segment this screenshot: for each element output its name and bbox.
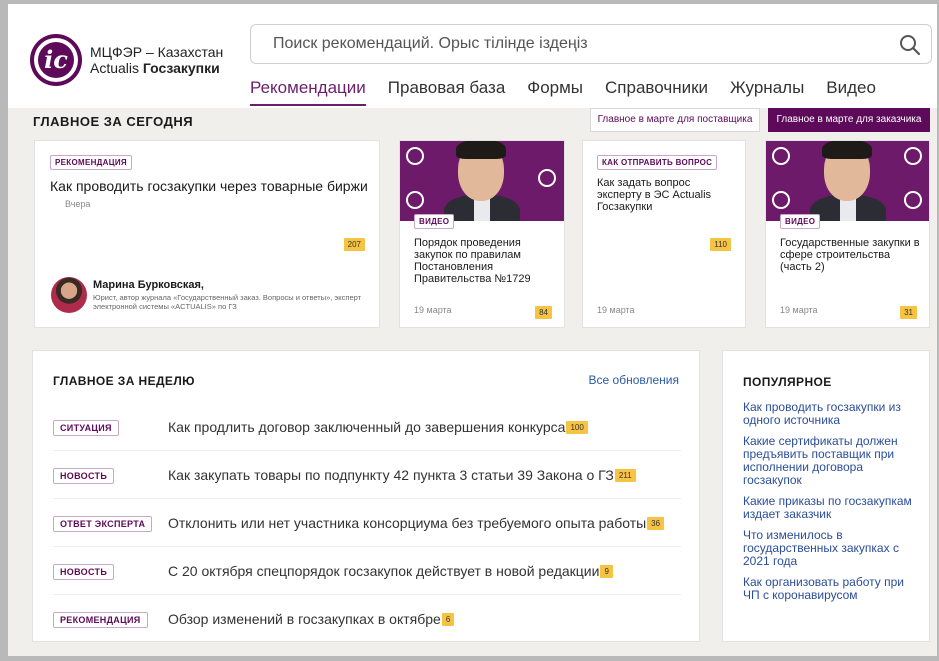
card-date: Вчера [65,199,91,209]
search-box[interactable] [250,24,932,64]
card-tag: РЕКОМЕНДАЦИЯ [50,155,132,170]
item-tag: СИТУАЦИЯ [53,419,119,436]
popular-link[interactable]: Что изменилось в государственных закупка… [743,529,913,568]
week-section: ГЛАВНОЕ ЗА НЕДЕЛЮ Все обновления СИТУАЦИ… [32,350,700,642]
search-input[interactable] [273,33,873,55]
logo-icon [904,147,922,165]
video-card[interactable]: ВИДЕО Государственные закупки в сфере ст… [765,140,930,328]
popular-link[interactable]: Как проводить госзакупки из одного источ… [743,401,913,427]
card-date: 19 марта [780,305,818,315]
nav-forms[interactable]: Формы [527,78,583,106]
view-count-badge: 207 [343,238,365,251]
nav-references[interactable]: Справочники [605,78,708,106]
question-card[interactable]: КАК ОТПРАВИТЬ ВОПРОС Как задать вопрос э… [582,140,746,328]
view-count-badge: 211 [614,468,636,482]
logo-icon [538,169,556,187]
card-tag: КАК ОТПРАВИТЬ ВОПРОС [597,155,718,170]
video-thumbnail[interactable] [766,141,929,221]
view-count-badge: 9 [600,564,613,578]
presenter-photo [444,141,520,221]
list-item[interactable]: НОВОСТЬ Как закупать товары по подпункту… [53,451,681,499]
card-title[interactable]: Как проводить госзакупки через товарные … [50,178,370,194]
item-title[interactable]: Как продлить договор заключенный до заве… [168,419,588,435]
all-updates-link[interactable]: Все обновления [589,373,679,387]
page-frame: ic МЦФЭР – Казахстан Actualis Госзакупки… [8,4,937,656]
video-card[interactable]: ВИДЕО Порядок проведения закупок по прав… [399,140,565,328]
view-count-badge: 100 [566,420,588,434]
item-tag: ОТВЕТ ЭКСПЕРТА [53,515,153,532]
view-count-badge: 31 [900,306,917,319]
today-section-title: ГЛАВНОЕ ЗА СЕГОДНЯ [33,114,194,129]
nav-legal-base[interactable]: Правовая база [388,78,506,106]
list-item[interactable]: РЕКОМЕНДАЦИЯ Обзор изменений в госзакупк… [53,595,681,643]
week-list: СИТУАЦИЯ Как продлить договор заключенны… [53,403,681,643]
brand-name: МЦФЭР – Казахстан [90,44,224,60]
item-tag: НОВОСТЬ [53,467,115,484]
logo-icon [772,191,790,209]
week-section-title: ГЛАВНОЕ ЗА НЕДЕЛЮ [53,374,195,388]
popular-section-title: ПОПУЛЯРНОЕ [743,375,832,389]
card-tag: ВИДЕО [414,214,455,229]
list-item[interactable]: СИТУАЦИЯ Как продлить договор заключенны… [53,403,681,451]
item-tag: НОВОСТЬ [53,563,115,580]
logo-icon [772,147,790,165]
author-description: Юрист, автор журнала «Государственный за… [93,293,362,311]
logo-icon: ic [30,34,82,86]
item-title[interactable]: Как закупать товары по подпункту 42 пунк… [168,467,636,483]
popular-link[interactable]: Как организовать работу при ЧП с коронав… [743,576,913,602]
card-date: 19 марта [414,305,452,315]
search-icon[interactable] [899,34,921,56]
item-tag: РЕКОМЕНДАЦИЯ [53,612,148,628]
view-count-badge: 6 [441,613,455,626]
card-tag: ВИДЕО [780,214,821,229]
nav-recommendations[interactable]: Рекомендации [250,78,366,106]
logo-icon [904,191,922,209]
item-title[interactable]: Отклонить или нет участника консорциума … [168,515,665,531]
nav-journals[interactable]: Журналы [730,78,804,106]
brand-product: Actualis Госзакупки [90,60,220,76]
item-title[interactable]: Обзор изменений в госзакупках в октябре 6 [168,611,455,627]
popular-section: ПОПУЛЯРНОЕ Как проводить госзакупки из о… [722,350,930,642]
author-avatar [51,277,87,313]
tab-supplier[interactable]: Главное в марте для поставщика [590,108,760,132]
view-count-badge: 36 [647,516,665,530]
tab-customer[interactable]: Главное в марте для заказчика [768,108,930,132]
popular-list: Как проводить госзакупки из одного источ… [743,401,913,610]
list-item[interactable]: ОТВЕТ ЭКСПЕРТА Отклонить или нет участни… [53,499,681,547]
view-count-badge: 110 [710,238,731,251]
video-thumbnail[interactable] [400,141,564,221]
logo-icon [406,191,424,209]
card-title[interactable]: Как задать вопрос эксперту в ЭС Actualis… [597,177,727,213]
list-item[interactable]: НОВОСТЬ С 20 октября спецпорядок госзаку… [53,547,681,595]
header: ic МЦФЭР – Казахстан Actualis Госзакупки… [8,4,937,108]
brand-logo[interactable]: ic МЦФЭР – Казахстан Actualis Госзакупки [30,34,223,86]
item-title[interactable]: С 20 октября спецпорядок госзакупок дейс… [168,563,613,579]
nav-video[interactable]: Видео [826,78,876,106]
popular-link[interactable]: Какие сертификаты должен предъявить пост… [743,435,913,487]
main-nav: Рекомендации Правовая база Формы Справоч… [250,78,898,106]
card-title[interactable]: Государственные закупки в сфере строител… [780,237,920,273]
logo-icon [406,147,424,165]
featured-card[interactable]: РЕКОМЕНДАЦИЯ Как проводить госзакупки че… [34,140,380,328]
view-count-badge: 84 [535,306,552,319]
author-name[interactable]: Марина Бурковская, [93,279,204,291]
card-title[interactable]: Порядок проведения закупок по правилам П… [414,237,554,285]
presenter-photo [810,141,886,221]
card-date: 19 марта [597,305,635,315]
popular-link[interactable]: Какие приказы по госзакупкам издает зака… [743,495,913,521]
